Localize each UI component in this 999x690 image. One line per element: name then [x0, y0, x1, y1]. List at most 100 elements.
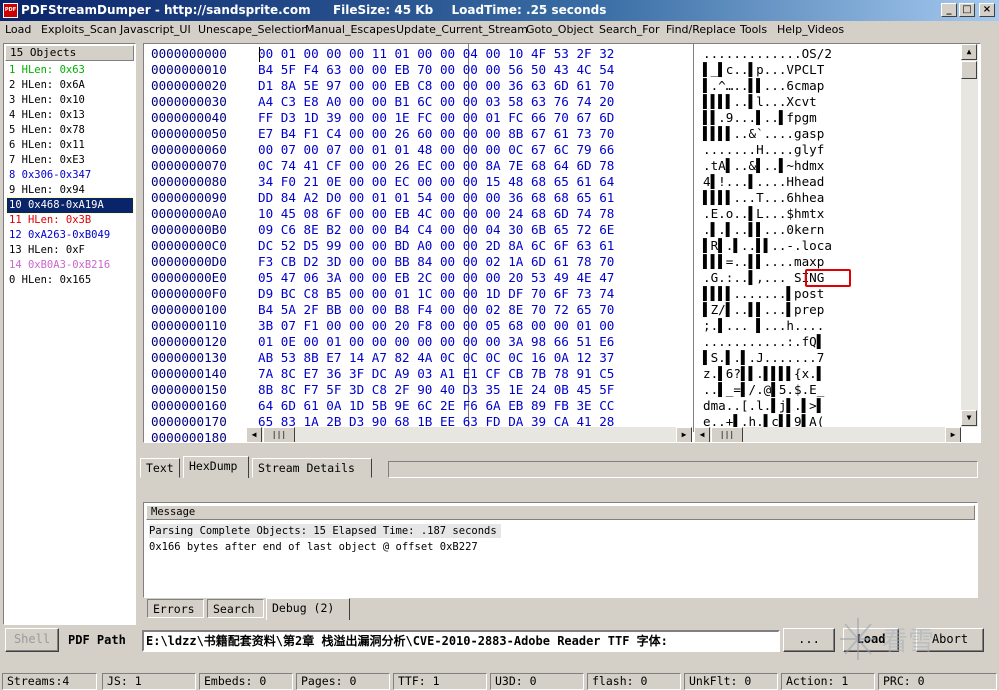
object-list-item[interactable]: 9 HLen: 0x94: [7, 183, 133, 198]
menu-unescape[interactable]: Unescape_Selection: [198, 23, 308, 37]
object-list-item[interactable]: 14 0xB0A3-0xB216: [7, 258, 133, 273]
object-list-item[interactable]: 5 HLen: 0x78: [7, 123, 133, 138]
hex-vertical-scrollbar[interactable]: ▲ ▼: [961, 44, 978, 427]
hex-ascii[interactable]: dma..[.l.▌j▌.▌>▌: [703, 398, 824, 414]
hex-ascii[interactable]: ...........:.fQ▌: [703, 334, 824, 350]
hex-row[interactable]: 0000000150 8B 8C F7 5F 3D C8 2F 90 40 D3 …: [144, 382, 959, 398]
scroll-left-button[interactable]: ◀: [246, 427, 262, 442]
object-list-item[interactable]: 0 HLen: 0x165: [7, 273, 133, 288]
scroll-left-button-2[interactable]: ◀: [694, 427, 710, 442]
object-list-item[interactable]: 4 HLen: 0x13: [7, 108, 133, 123]
scroll-thumb-h2[interactable]: |||: [711, 427, 743, 442]
shell-button[interactable]: Shell: [5, 628, 59, 652]
hex-bytes[interactable]: F3 CB D2 3D 00 00 BB 84 00 00 02 1A 6D 6…: [258, 254, 614, 270]
hex-bytes[interactable]: B4 5A 2F BB 00 00 B8 F4 00 00 02 8E 70 7…: [258, 302, 614, 318]
object-list-item[interactable]: 13 HLen: 0xF: [7, 243, 133, 258]
browse-button[interactable]: ...: [783, 628, 835, 652]
hex-ascii[interactable]: .......H....glyf: [703, 142, 824, 158]
object-list[interactable]: 15 Objects 1 HLen: 0x63 2 HLen: 0x6A 3 HLe…: [3, 43, 136, 625]
hex-bytes[interactable]: 34 F0 21 0E 00 00 EC 00 00 00 15 48 68 6…: [258, 174, 614, 190]
menu-exploits-scan[interactable]: Exploits_Scan: [41, 23, 117, 37]
hex-ascii[interactable]: 4▌!...▌....Hhead: [703, 174, 824, 190]
object-list-item[interactable]: 8 0x306-0x347: [7, 168, 133, 183]
hex-bytes[interactable]: 01 0E 00 01 00 00 00 00 00 00 00 3A 98 6…: [258, 334, 614, 350]
maximize-button[interactable]: □: [959, 3, 975, 17]
hex-bytes[interactable]: 7A 8C E7 36 3F DC A9 03 A1 E1 CF CB 7B 7…: [258, 366, 614, 382]
hex-ascii[interactable]: ▌▌.9...▌..▌fpgm: [703, 110, 817, 126]
object-list-item[interactable]: 3 HLen: 0x10: [7, 93, 133, 108]
hex-ascii[interactable]: ▌_▌c..▌p...VPCLT: [703, 62, 824, 78]
hex-horizontal-scrollbar[interactable]: ◀ ||| ▶: [246, 427, 692, 442]
hex-bytes[interactable]: 00 01 00 00 00 11 01 00 00 04 00 10 4F 5…: [258, 46, 614, 62]
hex-row[interactable]: 0000000110 3B 07 F1 00 00 00 20 F8 00 00 …: [144, 318, 959, 334]
tab-stream-details[interactable]: Stream Details: [252, 458, 372, 478]
object-list-item[interactable]: 6 HLen: 0x11: [7, 138, 133, 153]
minimize-button[interactable]: _: [941, 3, 957, 17]
menu-tools[interactable]: Tools: [740, 23, 767, 37]
hex-bytes[interactable]: E7 B4 F1 C4 00 00 26 60 00 00 00 8B 67 6…: [258, 126, 614, 142]
hex-bytes[interactable]: 0C 74 41 CF 00 00 26 EC 00 00 8A 7E 68 6…: [258, 158, 614, 174]
ascii-horizontal-scrollbar[interactable]: ◀ ||| ▶: [694, 427, 961, 442]
hex-row[interactable]: 0000000080 34 F0 21 0E 00 00 EC 00 00 00 …: [144, 174, 959, 190]
hex-ascii[interactable]: ▌▌▌▌..▌l...Xcvt: [703, 94, 817, 110]
hex-ascii[interactable]: z.▌6?▌▌.▌▌▌▌{x.▌: [703, 366, 824, 382]
scroll-up-button[interactable]: ▲: [961, 44, 977, 60]
object-list-item[interactable]: 1 HLen: 0x63: [7, 63, 133, 78]
hex-bytes[interactable]: 00 07 00 07 00 01 01 48 00 00 00 0C 67 6…: [258, 142, 614, 158]
hex-row[interactable]: 0000000140 7A 8C E7 36 3F DC A9 03 A1 E1 …: [144, 366, 959, 382]
hex-ascii[interactable]: .tA▌..&▌..▌~hdmx: [703, 158, 824, 174]
hex-row[interactable]: 0000000070 0C 74 41 CF 00 00 26 EC 00 00 …: [144, 158, 959, 174]
close-button[interactable]: ×: [979, 3, 995, 17]
hex-ascii[interactable]: ▌▌▌▌..&`....gasp: [703, 126, 824, 142]
menu-find-replace[interactable]: Find/Replace: [666, 23, 736, 37]
hex-bytes[interactable]: D1 8A 5E 97 00 00 EB C8 00 00 00 36 63 6…: [258, 78, 614, 94]
hex-ascii[interactable]: .E.o..▌L...$hmtx: [703, 206, 824, 222]
scroll-right-button[interactable]: ▶: [676, 427, 692, 442]
hex-bytes[interactable]: 09 C6 8E B2 00 00 B4 C4 00 00 04 30 6B 6…: [258, 222, 614, 238]
scroll-down-button[interactable]: ▼: [961, 410, 977, 426]
hex-ascii[interactable]: .............OS/2: [703, 46, 832, 62]
hex-ascii[interactable]: ;.▌... ▌...h....: [703, 318, 824, 334]
scroll-right-button-2[interactable]: ▶: [945, 427, 961, 442]
tab-errors[interactable]: Errors: [147, 599, 204, 618]
object-list-item[interactable]: 2 HLen: 0x6A: [7, 78, 133, 93]
hex-row[interactable]: 00000000F0 D9 BC C8 B5 00 00 01 1C 00 00 …: [144, 286, 959, 302]
hex-bytes[interactable]: 3B 07 F1 00 00 00 20 F8 00 00 05 68 00 0…: [258, 318, 614, 334]
hex-ascii[interactable]: ▌.^…..▌▌...6cmap: [703, 78, 824, 94]
scroll-thumb[interactable]: [961, 61, 977, 79]
hex-ascii[interactable]: ▌▌▌▌.......▌post: [703, 286, 824, 302]
hex-row[interactable]: 0000000040 FF D3 1D 39 00 00 1E FC 00 00 …: [144, 110, 959, 126]
message-panel[interactable]: Message Parsing Complete Objects: 15 Ela…: [143, 502, 978, 598]
hex-bytes[interactable]: 8B 8C F7 5F 3D C8 2F 90 40 D3 35 1E 24 0…: [258, 382, 614, 398]
tab-search[interactable]: Search: [207, 599, 264, 618]
hex-ascii[interactable]: ▌R▌.▌..▌▌..-.loca: [703, 238, 832, 254]
menu-javascript-ui[interactable]: Javascript_UI: [120, 23, 191, 37]
hex-ascii[interactable]: ▌▌▌▌...T...6hhea: [703, 190, 824, 206]
menu-goto-object[interactable]: Goto_Object: [526, 23, 594, 37]
hex-ascii[interactable]: ▌Z/▌..▌▌...▌prep: [703, 302, 824, 318]
object-list-item[interactable]: 12 0xA263-0xB049: [7, 228, 133, 243]
tab-text[interactable]: Text: [140, 458, 180, 478]
hex-ascii[interactable]: ..▌_=▌/.@▌5.$.E_: [703, 382, 824, 398]
menu-help-videos[interactable]: Help_Videos: [777, 23, 844, 37]
object-list-item[interactable]: 11 HLen: 0x3B: [7, 213, 133, 228]
hex-bytes[interactable]: AB 53 8B E7 14 A7 82 4A 0C 0C 0C 0C 16 0…: [258, 350, 614, 366]
hex-ascii[interactable]: ▌S.▌.▌.J.......7: [703, 350, 824, 366]
hex-row[interactable]: 0000000130 AB 53 8B E7 14 A7 82 4A 0C 0C …: [144, 350, 959, 366]
hex-ascii[interactable]: .▌.▌..▌▌...0kern: [703, 222, 824, 238]
hex-row[interactable]: 0000000020 D1 8A 5E 97 00 00 EB C8 00 00 …: [144, 78, 959, 94]
tab-debug[interactable]: Debug (2): [266, 598, 350, 620]
hex-row[interactable]: 0000000160 64 6D 61 0A 1D 5B 9E 6C 2E F6 …: [144, 398, 959, 414]
tab-hexdump[interactable]: HexDump: [183, 456, 249, 478]
menu-manual-escapes[interactable]: Manual_Escapes: [305, 23, 395, 37]
hex-row[interactable]: 0000000090 DD 84 A2 D0 00 01 01 54 00 00 …: [144, 190, 959, 206]
hex-row[interactable]: 0000000030 A4 C3 E8 A0 00 00 B1 6C 00 00 …: [144, 94, 959, 110]
hex-row[interactable]: 0000000010 B4 5F F4 63 00 00 EB 70 00 00 …: [144, 62, 959, 78]
hex-bytes[interactable]: A4 C3 E8 A0 00 00 B1 6C 00 00 03 58 63 7…: [258, 94, 614, 110]
hex-row[interactable]: 0000000100 B4 5A 2F BB 00 00 B8 F4 00 00 …: [144, 302, 959, 318]
hex-row[interactable]: 0000000120 01 0E 00 01 00 00 00 00 00 00 …: [144, 334, 959, 350]
hex-row[interactable]: 0000000050 E7 B4 F1 C4 00 00 26 60 00 00 …: [144, 126, 959, 142]
hex-bytes[interactable]: 64 6D 61 0A 1D 5B 9E 6C 2E F6 6A EB 89 F…: [258, 398, 614, 414]
hex-row[interactable]: 00000000B0 09 C6 8E B2 00 00 B4 C4 00 00 …: [144, 222, 959, 238]
menu-search-for[interactable]: Search_For: [599, 23, 659, 37]
